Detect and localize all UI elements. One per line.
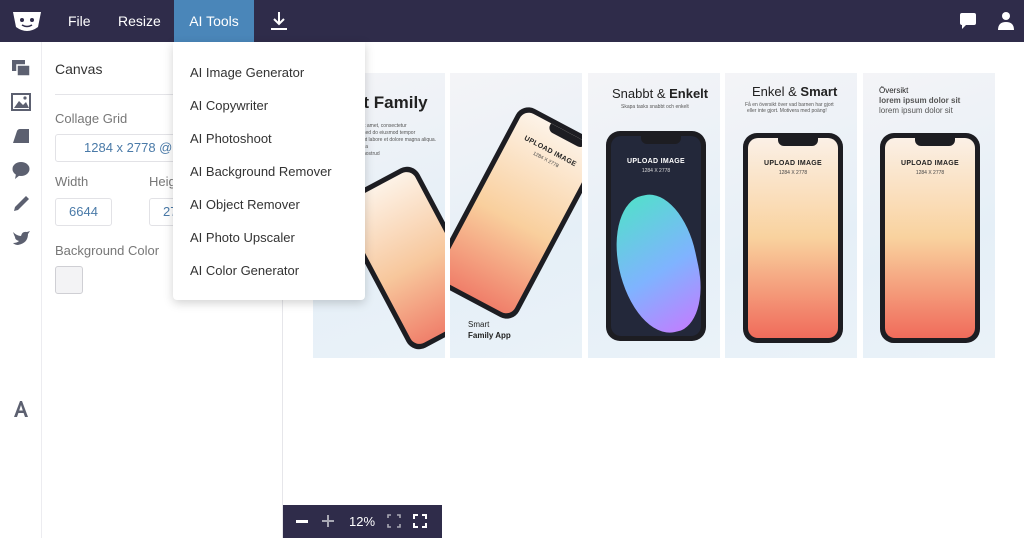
menu-resize[interactable]: Resize [118,0,161,42]
menu-item-ai-image-generator[interactable]: AI Image Generator [190,65,304,80]
tile-subtext: lorem ipsum dolor sit [879,106,953,115]
phone-screen: UPLOAD IMAGE 1284 X 2778 [885,138,975,338]
phone-mockup: UPLOAD IMAGE 1284 X 2778 [450,102,582,324]
menu-item-ai-background-remover[interactable]: AI Background Remover [190,164,332,179]
collage-tile-2: UPLOAD IMAGE 1284 X 2778 Smart Family Ap… [450,73,582,358]
panel-title: Canvas [55,61,103,77]
download-icon[interactable] [268,10,290,32]
width-input[interactable]: 6644 [55,198,112,226]
menu-ai-tools[interactable]: AI Tools [174,0,254,42]
phone-screen: UPLOAD IMAGE 1284 X 2778 [450,109,582,317]
gradient-blob [611,187,701,336]
menu-item-ai-photoshoot[interactable]: AI Photoshoot [190,131,272,146]
zoom-level: 12% [349,514,376,529]
ai-tools-dropdown: AI Image Generator AI Copywriter AI Phot… [173,42,365,300]
tile-subtext: lorem ipsum dolor sit [879,96,961,105]
width-label: Width [55,174,89,189]
fit-screen-icon[interactable] [387,514,401,528]
phone-notch [778,138,818,146]
background-color-swatch[interactable] [55,266,83,294]
tile-subtext: nostrud [363,151,380,157]
tile-subtext: sed do eiusmod tempor [363,130,416,136]
menu-item-ai-photo-upscaler[interactable]: AI Photo Upscaler [190,230,295,245]
tile-title: Översikt [879,86,909,95]
collage-tile-5: Översikt lorem ipsum dolor sit lorem ips… [863,73,995,358]
phone-notch [915,138,955,146]
image-icon[interactable] [11,92,31,112]
fullscreen-icon[interactable] [413,514,427,528]
canvas-area: ot Family it amet, consectetur sed do ei… [283,42,1024,538]
collage-preview[interactable]: ot Family it amet, consectetur sed do ei… [313,73,995,358]
shapes-icon[interactable] [11,126,31,146]
phone-screen: UPLOAD IMAGE 1284 X 2778 [611,136,701,336]
zoom-out-icon[interactable] [296,520,308,523]
user-icon[interactable] [997,11,1015,31]
bird-icon[interactable] [11,228,31,248]
tile-subtext: ut labore et dolore magna aliqua. [363,137,437,143]
pen-icon[interactable] [11,194,31,214]
phone-notch [641,136,681,144]
tool-rail [0,42,42,538]
templates-icon[interactable] [11,58,31,78]
zoom-bar: 12% [283,505,442,538]
phone-mockup: UPLOAD IMAGE 1284 X 2778 [880,133,980,343]
upload-image-label: UPLOAD IMAGE [763,160,823,167]
tile-title: Enkel & Smart [752,84,838,99]
top-bar: File Resize AI Tools [0,0,1024,42]
phone-screen: UPLOAD IMAGE 1284 X 2778 [748,138,838,338]
phone-notch [547,123,582,150]
text-icon[interactable] [11,399,31,419]
tile-caption: Family App [468,331,511,340]
menu-item-ai-color-generator[interactable]: AI Color Generator [190,263,299,278]
tile-caption: Smart [468,320,490,329]
chat-icon[interactable] [958,11,978,31]
zoom-in-icon[interactable] [321,514,335,528]
phone-mockup: UPLOAD IMAGE 1284 X 2778 [606,131,706,341]
image-size-label: 1284 X 2778 [778,170,808,176]
height-label: Heig [149,174,176,189]
menu-file[interactable]: File [68,0,91,42]
image-size-label: 1284 X 2778 [915,170,945,176]
speech-bubble-icon[interactable] [11,160,31,180]
menu-item-ai-copywriter[interactable]: AI Copywriter [190,98,268,113]
upload-image-label: UPLOAD IMAGE [900,160,960,167]
phone-mockup: UPLOAD IMAGE 1284 X 2778 [743,133,843,343]
collage-tile-3: Snabbt & Enkelt Skapa tasks snabbt och e… [588,73,720,358]
image-size-label: 1284 X 2778 [641,168,671,174]
collage-tile-4: Enkel & Smart Få en översikt över vad ba… [725,73,857,358]
background-color-label: Background Color [55,243,160,258]
tile-subtext: Skapa tasks snabbt och enkelt [621,104,689,110]
upload-image-label: UPLOAD IMAGE [626,158,686,165]
collage-grid-label: Collage Grid [55,111,128,126]
menu-item-ai-object-remover[interactable]: AI Object Remover [190,197,300,212]
tile-subtext: it amet, consectetur [363,123,407,129]
tile-title: Snabbt & Enkelt [612,86,709,101]
logo-icon[interactable] [11,9,43,33]
tile-subtext: eller inte gjort. Motivera med poäng! [747,108,827,114]
